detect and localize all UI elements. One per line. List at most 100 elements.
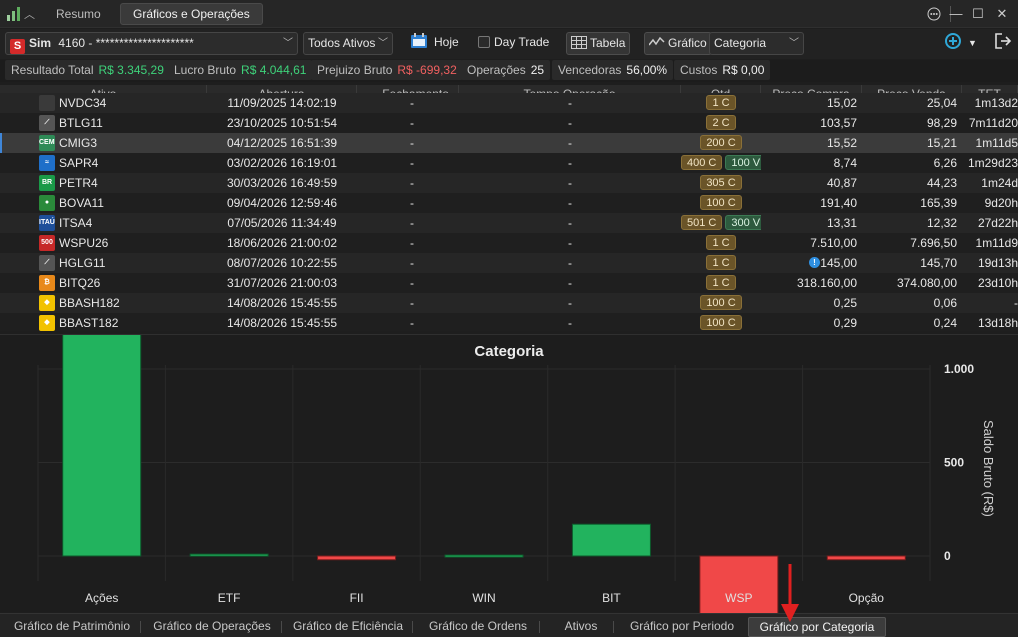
table-row[interactable]: ≈ SAPR4 03/02/2026 16:19:01 - - 400 C 100 V 8,7… [0,153,1018,173]
daytrade-checkbox[interactable]: Day Trade [474,32,553,55]
cell-tet: 1m24d [981,176,1018,190]
cell-tempo: - [568,296,572,310]
cell-tet: 9d20h [984,196,1018,210]
account-selector[interactable]: S Sim 4160 - ********************* ﹀ [5,32,298,55]
cell-ativo: BITQ26 [59,276,101,290]
date-label: Hoje [434,35,459,49]
y-tick-label: 1.000 [944,362,974,376]
stat-label: Prejuizo Bruto [317,63,393,77]
y-tick-label: 500 [944,456,964,470]
asset-logo-icon: ₿ [39,275,55,291]
cell-tempo: - [568,96,572,110]
bottom-tab-4[interactable]: Gráfico de Ordens [421,617,535,637]
table-row[interactable]: ₿ BITQ26 31/07/2026 21:00:03 - - 1 C 318.160,0… [0,273,1018,293]
cell-tet: - [1014,296,1018,310]
add-button[interactable]: ▼ [940,32,981,55]
table-row[interactable]: ◆ BBAST182 14/08/2026 15:45:55 - - 100 C 0,29 0… [0,313,1018,331]
cell-abertura: 11/09/2025 14:02:19 [227,96,337,110]
chart-view-button[interactable]: Gráfico [644,32,712,55]
date-button[interactable]: Hoje [406,32,463,55]
asset-logo-icon: ITAÚSA [39,215,55,231]
bottom-tab-1[interactable]: Gráfico de Patrimônio [8,617,136,637]
asset-filter-select[interactable]: Todos Ativos ﹀ [303,32,393,55]
cell-abertura: 14/08/2026 15:45:55 [226,296,338,310]
stat-label: Operações [467,63,526,77]
table-row[interactable]: ● BOVA11 09/04/2026 12:59:46 - - 100 C 191,40 1… [0,193,1018,213]
cell-abertura: 04/12/2025 16:51:39 [226,136,338,150]
cell-fechamento: - [410,196,414,210]
minimize-icon[interactable]: — [946,4,966,24]
cell-abertura: 23/10/2025 10:51:54 [226,116,338,130]
account-badge: S [10,39,25,54]
asset-logo-icon: ● [39,195,55,211]
bottom-tab-3[interactable]: Gráfico de Eficiência [288,617,408,637]
chart-mode-select[interactable]: Categoria ﹀ [709,32,804,55]
table-row[interactable]: ITAÚSA ITSA4 07/05/2026 11:34:49 - - 501 C300… [0,213,1018,233]
cell-ativo: BBASH182 [59,296,120,310]
cell-preco-venda: 25,04 [926,96,957,110]
bottom-tab-5[interactable]: Ativos [553,617,609,637]
asset-logo-icon: ⟋ [39,255,55,271]
bottom-tab-bar: Gráfico de Patrimônio Gráfico de Operaçõe… [0,613,1018,637]
tab-divider [140,621,141,633]
cell-abertura: 09/04/2026 12:59:46 [226,196,338,210]
cell-tet: 27d22h [977,216,1018,230]
bottom-tab-6[interactable]: Gráfico por Periodo [622,617,742,637]
asset-logo-icon [39,95,55,111]
tab-divider [281,621,282,633]
tab-resumo[interactable]: Resumo [44,3,113,25]
bar [826,555,906,561]
cell-abertura: 31/07/2026 21:00:03 [226,276,338,290]
quantity-badge: 200 C [700,135,742,150]
table-row[interactable]: CEMIG CMIG3 04/12/2025 16:51:39 - - 200 C 15,5… [0,133,1018,153]
tab-divider [412,621,413,633]
cell-tempo: - [568,156,572,170]
table-row[interactable]: 500 WSPU26 18/06/2026 21:00:02 - - 1 C 7.510,0… [0,233,1018,253]
asset-logo-icon: 500 [39,235,55,251]
bottom-tab-7[interactable]: Gráfico por Categoria [748,617,886,637]
table-row[interactable]: ⟋ HGLG11 08/07/2026 10:22:55- -1 C 145,00! 14… [0,253,1018,273]
cell-abertura: 07/05/2026 11:34:49 [227,216,337,230]
maximize-icon[interactable]: ☐ [968,4,988,24]
cell-preco-venda: 98,29 [926,116,957,130]
chevron-down-icon: ﹀ [283,38,293,49]
x-tick-label: WIN [472,591,495,605]
cell-ativo: BTLG11 [59,116,103,130]
cell-qtd: 501 C 300 V [681,213,761,233]
more-options-icon[interactable] [924,4,944,24]
calendar-icon [411,33,427,48]
quantity-badge: 1 C [706,95,736,110]
close-icon[interactable]: ✕ [992,4,1012,24]
cell-fechamento: - [410,276,414,290]
cell-tempo: - [568,136,572,150]
chevron-up-icon[interactable]: ︿ [24,6,36,21]
cell-tempo: - [568,316,572,330]
table-view-button[interactable]: Tabela [566,32,631,55]
table-row[interactable]: NVDC34 11/09/2025 14:02:19 - - 1 C 15,02 25,04… [0,93,1018,113]
cell-tet: 19d13h [977,256,1018,270]
cell-ativo: PETR4 [59,176,98,190]
cell-fechamento: - [410,156,414,170]
cell-preco-compra: 0,25 [833,296,857,310]
asset-logo-icon: BR [39,175,55,191]
table-row[interactable]: BR PETR4 30/03/2026 16:49:59 - - 305 C 40,87 44… [0,173,1018,193]
tab-graficos-operacoes[interactable]: Gráficos e Operações [120,3,263,25]
bottom-tab-2[interactable]: Gráfico de Operações [147,617,277,637]
cell-preco-compra: 0,29 [833,316,857,330]
chart-view-label: Gráfico [668,36,707,50]
quantity-badge: 1 C [706,275,736,290]
quantity-badge: 2 C [706,115,736,130]
checkbox-icon [478,36,490,48]
asset-logo-icon: ≈ [39,155,55,171]
cell-ativo: BBAST182 [59,316,119,330]
export-button[interactable] [990,32,1016,55]
table-row[interactable]: ◆ BBASH182 14/08/2026 15:45:55 - - 100 C 0,25 0… [0,293,1018,313]
stat-value: 56,00% [626,63,668,77]
account-value: 4160 - ********************* [58,36,194,50]
table-row[interactable]: ⟋ BTLG11 23/10/2025 10:51:54 - - 2 C 103,57 98,… [0,113,1018,133]
stat-item: Lucro Bruto R$ 4.044,61 [168,60,313,80]
daytrade-label: Day Trade [494,35,550,49]
x-tick-label: Opção [849,591,885,605]
stat-label: Lucro Bruto [174,63,237,77]
cell-fechamento: - [410,236,414,250]
